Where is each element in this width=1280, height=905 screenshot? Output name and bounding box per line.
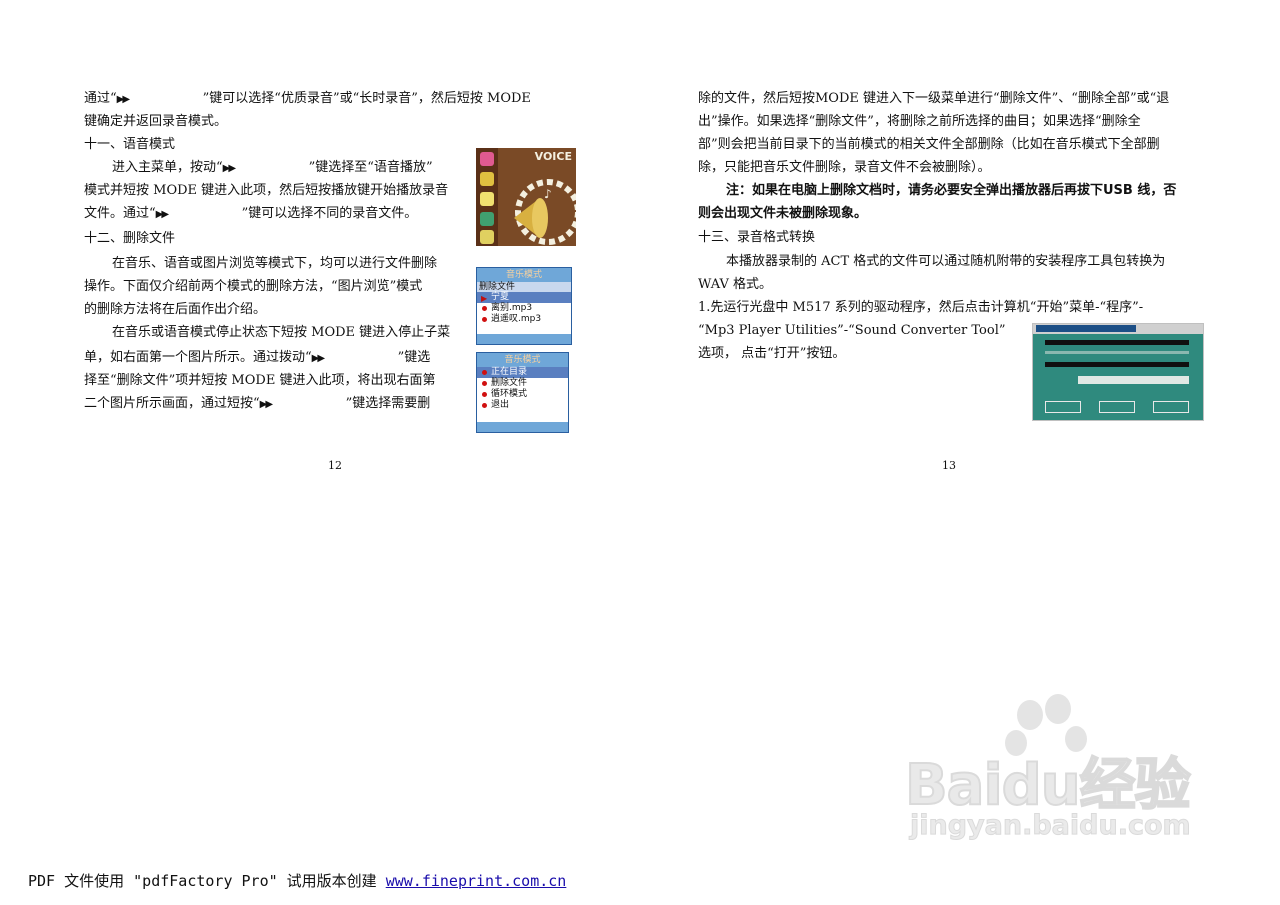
menu-item-label: 离别.mp3 (491, 303, 533, 313)
bullet-icon (482, 317, 487, 322)
menu-item-label: 删除文件 (491, 378, 528, 388)
right-line1: 除的文件，然后短按MODE 键进入下一级菜单进行“删除文件”、“删除全部”或“退 (698, 91, 1170, 106)
menu-item[interactable]: 退出 (477, 400, 568, 411)
dialog-titlebar (1033, 324, 1203, 334)
menu-header: 音乐模式 (477, 353, 568, 367)
fast-forward-icon: ▶▶ (311, 353, 325, 364)
menu-item-label: 退出 (491, 400, 510, 410)
para3-line2: 操作。下面仅介绍前两个模式的删除方法，“图片浏览”模式 (84, 279, 423, 294)
sound-converter-dialog-screenshot (1032, 323, 1204, 421)
settings-icon (480, 230, 494, 244)
text-fragment: 二个图片所示画面，通过短按“ (84, 396, 260, 411)
dialog-button (1099, 401, 1135, 413)
menu-item-label: 循环模式 (491, 389, 528, 399)
text-fragment: ”键选择需要删 (345, 396, 431, 411)
menu-item[interactable]: 循环模式 (477, 389, 568, 400)
bullet-icon (482, 306, 487, 311)
music-mode-stop-menu: 音乐模式 正在目录 删除文件 循环模式 退出 (476, 352, 569, 433)
record-icon (480, 172, 494, 186)
speaker-graphic: ♪ (514, 179, 576, 245)
dialog-title-graphic (1036, 325, 1136, 332)
menu-item-label: 正在目录 (491, 367, 528, 377)
text-fragment: 文件。通过“ (84, 206, 156, 221)
page-number: 13 (942, 459, 956, 472)
para1-line2: 键确定并返回录音模式。 (84, 114, 228, 129)
fineprint-link[interactable]: www.fineprint.com.cn (386, 872, 567, 890)
menu-item-selected[interactable]: 正在目录 (477, 367, 568, 378)
menu-header: 音乐模式 (477, 268, 571, 282)
para-line1: 本播放器录制的 ACT 格式的文件可以通过随机附带的安装程序工具包转换为 (726, 254, 1166, 269)
note-line1: 注：如果在电脑上删除文档时，请务必要安全弹出播放器后再拔下USB 线，否 (726, 183, 1177, 198)
menu-item[interactable]: 逍遥叹.mp3 (477, 314, 571, 325)
para4-line4: 二个图片所示画面，通过短按“▶▶ ”键选择需要删 (84, 392, 430, 416)
left-page: 通过“▶▶ ”键可以选择“优质录音”或“长时录音”，然后短按 MODE 键确定并返… (0, 0, 640, 905)
bullet-icon (482, 392, 487, 397)
para1-line1: 通过“▶▶ ”键可以选择“优质录音”或“长时录音”，然后短按 MODE (84, 87, 531, 111)
heading-voice-mode: 十一、语音模式 (84, 137, 176, 152)
right-line3: 部”则会把当前目录下的当前模式的相关文件全部删除（比如在音乐模式下全部删 (698, 137, 1160, 152)
page-number: 12 (328, 459, 342, 472)
right-line2: 出”操作。如果选择“删除文件”，将删除之前所选择的曲目；如果选择“删除全 (698, 114, 1141, 129)
menu-item-selected[interactable]: ▶ 宁夏 (477, 292, 571, 303)
step1-line1: 1.先运行光盘中 M517 系列的驱动程序，然后点击计算机“开始”菜单-“程序”… (698, 300, 1144, 315)
right-line4: 除，只能把音乐文件删除，录音文件不会被删除）。 (698, 160, 991, 175)
dialog-path-field (1078, 376, 1189, 384)
dialog-button (1153, 401, 1189, 413)
fast-forward-icon: ▶▶ (116, 94, 130, 105)
heading-format-conversion: 十三、录音格式转换 (698, 230, 816, 245)
text-fragment: 进入主菜单，按动“ (112, 160, 223, 175)
menu-item-label: 宁夏 (491, 292, 510, 302)
watermark-url: jingyan.baidu.com (910, 810, 1192, 842)
pdf-footer: PDF 文件使用 "pdfFactory Pro" 试用版本创建 www.fin… (28, 870, 566, 891)
bullet-icon (482, 403, 487, 408)
svg-text:♪: ♪ (544, 187, 552, 201)
heading-delete-files: 十二、删除文件 (84, 231, 176, 246)
para2-line3: 文件。通过“▶▶ ”键可以选择不同的录音文件。 (84, 202, 417, 226)
voice-mode-screenshot: VOICE ♪ (476, 148, 576, 246)
dialog-list-row (1045, 362, 1189, 367)
menu-item[interactable]: 离别.mp3 (477, 303, 571, 314)
dialog-toolbar-line (1045, 351, 1189, 354)
text-fragment: ”键选 (397, 350, 431, 365)
dialog-button (1045, 401, 1081, 413)
voice-icon (480, 192, 494, 206)
watermark-brand: Baidu经验 (904, 752, 1192, 819)
menu-subheader: 删除文件 (477, 282, 571, 292)
bullet-icon (482, 381, 487, 386)
para-line2: WAV 格式。 (698, 277, 772, 292)
para4-line3: 择至“删除文件”项并短按 MODE 键进入此项，将出现右面第 (84, 373, 436, 388)
music-icon (480, 152, 494, 166)
text-fragment: 单，如右面第一个图片所示。通过拨动“ (84, 350, 312, 365)
fast-forward-icon: ▶▶ (155, 209, 169, 220)
paw-toe (1045, 694, 1071, 724)
step1-line3: 选项， 点击“打开”按钮。 (698, 346, 846, 361)
para3-line3: 的删除方法将在后面作出介绍。 (84, 302, 267, 317)
text-fragment: ”键选择至“语音播放” (308, 160, 433, 175)
menu-item-label: 逍遥叹.mp3 (491, 314, 542, 324)
para2-line2: 模式并短按 MODE 键进入此项，然后短按播放键开始播放录音 (84, 183, 449, 198)
para2-line1: 进入主菜单，按动“▶▶ ”键选择至“语音播放” (112, 156, 433, 180)
bullet-icon (482, 370, 487, 375)
paw-toe (1017, 700, 1043, 730)
text-fragment: 通过“ (84, 91, 117, 106)
menu-item[interactable]: 删除文件 (477, 378, 568, 389)
menu-footer-bar (477, 334, 571, 344)
step1-line2: “Mp3 Player Utilities”-“Sound Converter … (698, 323, 1006, 338)
photo-icon (480, 212, 494, 226)
footer-text: PDF 文件使用 "pdfFactory Pro" 试用版本创建 (28, 872, 386, 890)
para4-line2: 单，如右面第一个图片所示。通过拨动“▶▶ ”键选 (84, 346, 430, 370)
text-fragment: ”键可以选择不同的录音文件。 (241, 206, 418, 221)
para3-line1: 在音乐、语音或图片浏览等模式下，均可以进行文件删除 (112, 256, 438, 271)
fast-forward-icon: ▶▶ (259, 399, 273, 410)
music-mode-delete-menu: 音乐模式 删除文件 ▶ 宁夏 离别.mp3 逍遥叹.mp3 (476, 267, 572, 345)
fast-forward-icon: ▶▶ (222, 163, 236, 174)
baidu-watermark: Baidu经验 jingyan.baidu.com (904, 694, 1205, 860)
text-fragment: ”键可以选择“优质录音”或“长时录音”，然后短按 MODE (202, 91, 531, 106)
menu-footer-bar (477, 422, 568, 432)
para4-line1: 在音乐或语音模式停止状态下短按 MODE 键进入停止子菜 (112, 325, 451, 340)
dialog-bar (1045, 340, 1189, 345)
note-line2: 则会出现文件未被删除现象。 (698, 206, 868, 221)
